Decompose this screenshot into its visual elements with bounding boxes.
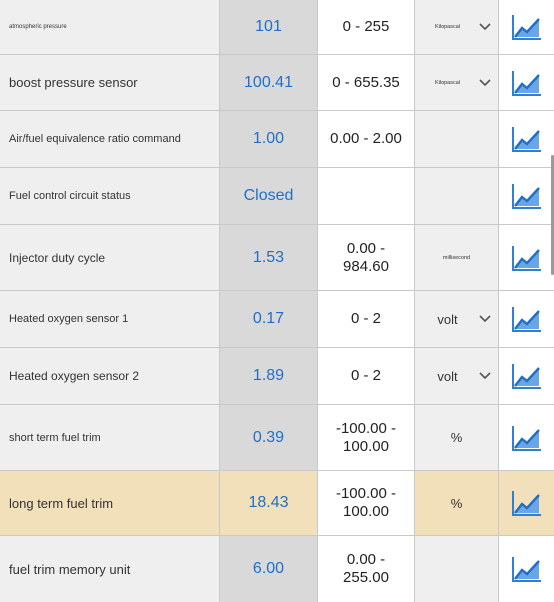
chevron-down-icon — [479, 315, 491, 323]
pid-value: 1.00 — [220, 111, 318, 167]
pid-value: 1.89 — [220, 348, 318, 404]
line-graph-icon — [511, 245, 541, 271]
table-row: atmospheric pressure 101 0 - 255 Kilopas… — [0, 0, 554, 55]
unit-label: % — [450, 495, 463, 511]
line-graph-icon — [511, 70, 541, 96]
pid-name: fuel trim memory unit — [0, 536, 220, 602]
line-graph-icon — [511, 184, 541, 209]
unit-label: volt — [437, 368, 458, 384]
graph-button[interactable] — [499, 168, 554, 224]
graph-button[interactable] — [499, 111, 554, 167]
pid-name: Air/fuel equivalence ratio command — [0, 111, 220, 167]
pid-range: 0 - 2 — [318, 348, 415, 404]
pid-value: 18.43 — [220, 471, 318, 535]
pid-name: short term fuel trim — [0, 405, 220, 470]
graph-button[interactable] — [499, 536, 554, 602]
graph-button[interactable] — [499, 55, 554, 110]
pid-name: atmospheric pressure — [0, 0, 220, 54]
graph-button[interactable] — [499, 405, 554, 470]
line-graph-icon — [511, 127, 541, 152]
pid-range: 0.00 - 255.00 — [318, 536, 415, 602]
graph-button[interactable] — [499, 291, 554, 347]
unit-label: Kilopascal — [434, 79, 461, 86]
pid-name: long term fuel trim — [0, 471, 220, 535]
pid-range: 0 - 655.35 — [318, 55, 415, 110]
pid-value: 0.17 — [220, 291, 318, 347]
unit-label: % — [450, 430, 463, 445]
table-row: Heated oxygen sensor 2 1.89 0 - 2 volt — [0, 348, 554, 405]
pid-range: 0 - 255 — [318, 0, 415, 54]
line-graph-icon — [511, 307, 541, 332]
line-graph-icon — [511, 364, 541, 389]
line-graph-icon — [511, 491, 541, 516]
line-graph-icon — [511, 15, 541, 40]
pid-range: 0.00 - 984.60 — [318, 225, 415, 290]
table-row-highlighted[interactable]: long term fuel trim 18.43 -100.00 - 100.… — [0, 471, 554, 536]
table-row: Heated oxygen sensor 1 0.17 0 - 2 volt — [0, 291, 554, 348]
graph-button[interactable] — [499, 471, 554, 535]
graph-button[interactable] — [499, 0, 554, 54]
pid-value: Closed — [220, 168, 318, 224]
unit-label: millisecond — [442, 254, 471, 261]
pid-name: Heated oxygen sensor 1 — [0, 291, 220, 347]
pid-value: 6.00 — [220, 536, 318, 602]
pid-range: -100.00 - 100.00 — [318, 405, 415, 470]
pid-name: boost pressure sensor — [0, 55, 220, 110]
chevron-down-icon — [479, 23, 491, 31]
pid-name: Heated oxygen sensor 2 — [0, 348, 220, 404]
table-row: short term fuel trim 0.39 -100.00 - 100.… — [0, 405, 554, 471]
graph-button[interactable] — [499, 348, 554, 404]
unit-label: Kilopascal — [434, 24, 461, 30]
table-row: Fuel control circuit status Closed — [0, 168, 554, 225]
unit-label: volt — [437, 311, 458, 327]
pid-range — [318, 168, 415, 224]
pid-range: 0.00 - 2.00 — [318, 111, 415, 167]
unit-cell: % — [415, 405, 499, 470]
line-graph-icon — [511, 557, 541, 582]
unit-cell — [415, 111, 499, 167]
unit-selector[interactable]: volt — [415, 291, 499, 347]
graph-button[interactable] — [499, 225, 554, 290]
pid-range: -100.00 - 100.00 — [318, 471, 415, 535]
pid-name: Injector duty cycle — [0, 225, 220, 290]
table-row: boost pressure sensor 100.41 0 - 655.35 … — [0, 55, 554, 111]
pid-name: Fuel control circuit status — [0, 168, 220, 224]
unit-cell: millisecond — [415, 225, 499, 290]
table-row: Injector duty cycle 1.53 0.00 - 984.60 m… — [0, 225, 554, 291]
table-row: fuel trim memory unit 6.00 0.00 - 255.00 — [0, 536, 554, 602]
unit-selector[interactable]: volt — [415, 348, 499, 404]
unit-cell — [415, 536, 499, 602]
chevron-down-icon — [479, 372, 491, 380]
pid-value: 1.53 — [220, 225, 318, 290]
pid-value: 100.41 — [220, 55, 318, 110]
pid-range: 0 - 2 — [318, 291, 415, 347]
line-graph-icon — [511, 425, 541, 451]
unit-cell — [415, 168, 499, 224]
pid-value: 0.39 — [220, 405, 318, 470]
table-row: Air/fuel equivalence ratio command 1.00 … — [0, 111, 554, 168]
unit-selector[interactable]: Kilopascal — [415, 55, 499, 110]
unit-selector[interactable]: Kilopascal — [415, 0, 499, 54]
chevron-down-icon — [479, 78, 491, 86]
pid-value: 101 — [220, 0, 318, 54]
unit-cell: % — [415, 471, 499, 535]
